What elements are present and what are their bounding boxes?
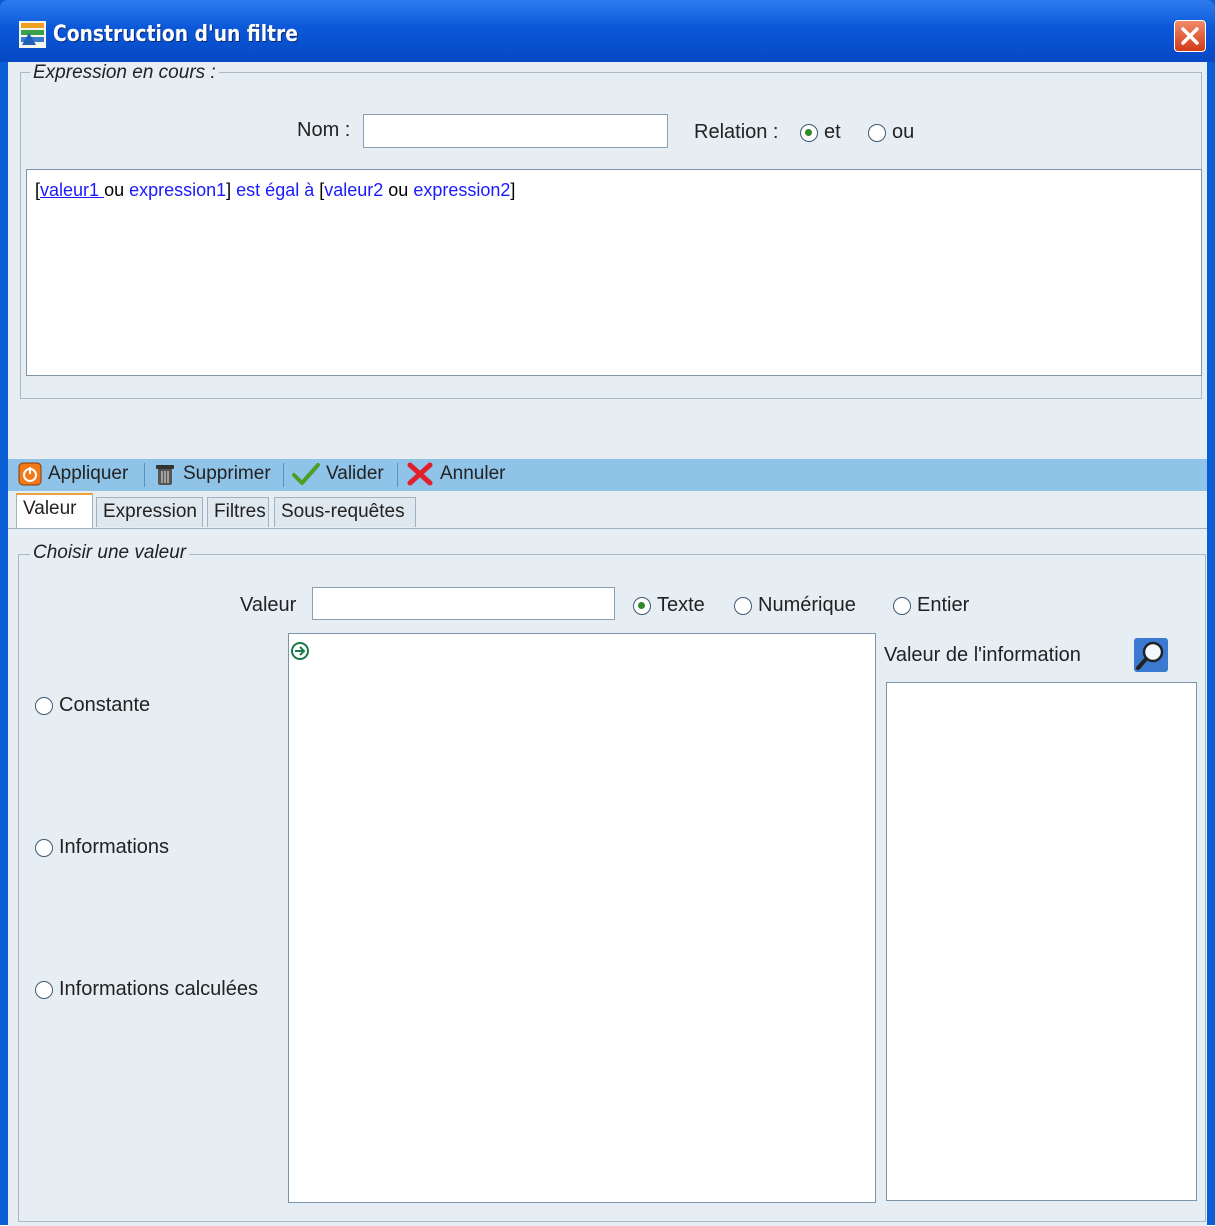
- source-constante-label: Constante: [59, 694, 151, 716]
- valider-label: Valider: [326, 463, 384, 484]
- relation-et-radio[interactable]: et: [800, 121, 841, 144]
- operator-link[interactable]: est égal à: [231, 180, 319, 200]
- radio-unselected-icon: [35, 980, 53, 999]
- radio-selected-icon: [633, 596, 651, 615]
- annuler-button[interactable]: Annuler: [406, 462, 506, 486]
- information-tree[interactable]: [288, 633, 876, 1203]
- supprimer-button[interactable]: Supprimer: [153, 462, 271, 486]
- title-bar[interactable]: Construction d'un filtre: [0, 0, 1215, 62]
- toolbar-separator: [283, 463, 284, 487]
- tab-sous-requetes[interactable]: Sous-requêtes: [274, 497, 416, 527]
- source-informations-radio[interactable]: Informations: [35, 836, 169, 859]
- relation-label: Relation :: [694, 121, 779, 143]
- tab-expression[interactable]: Expression: [96, 497, 203, 527]
- type-entier-radio[interactable]: Entier: [893, 594, 969, 617]
- close-button[interactable]: [1174, 20, 1206, 52]
- relation-ou-label: ou: [892, 121, 915, 143]
- expression1-link[interactable]: expression1: [129, 180, 226, 200]
- nom-label: Nom :: [297, 119, 351, 141]
- or-text: ou: [383, 180, 414, 200]
- search-magnifier-icon: [1134, 638, 1168, 672]
- relation-et-label: et: [824, 121, 841, 143]
- dialog-window: Construction d'un filtre Expression en c…: [0, 0, 1215, 1226]
- power-icon: [18, 462, 42, 486]
- tab-filtres[interactable]: Filtres: [207, 497, 269, 527]
- radio-unselected-icon: [734, 596, 752, 615]
- checkmark-icon: [292, 463, 320, 485]
- tab-valeur[interactable]: Valeur: [16, 493, 93, 529]
- type-entier-label: Entier: [917, 594, 970, 616]
- source-informations-label: Informations: [59, 836, 170, 858]
- nom-input[interactable]: [363, 114, 668, 148]
- search-button[interactable]: [1133, 637, 1169, 673]
- cancel-x-icon: [407, 462, 433, 486]
- source-calculees-radio[interactable]: Informations calculées: [35, 978, 258, 1001]
- annuler-label: Annuler: [440, 463, 506, 484]
- radio-unselected-icon: [893, 596, 911, 615]
- relation-ou-radio[interactable]: ou: [868, 121, 914, 144]
- appliquer-label: Appliquer: [48, 463, 129, 484]
- tree-root-arrow-icon[interactable]: [290, 641, 310, 661]
- expression2-link[interactable]: expression2: [413, 180, 510, 200]
- toolbar-separator: [144, 463, 145, 487]
- trash-icon: [156, 465, 174, 485]
- info-value-label: Valeur de l'information: [884, 644, 1081, 666]
- radio-unselected-icon: [35, 696, 53, 715]
- type-numerique-label: Numérique: [758, 594, 856, 616]
- valeur-tab-panel: Choisir une valeur Valeur Texte Numériqu…: [8, 528, 1207, 1226]
- type-texte-label: Texte: [657, 594, 705, 616]
- valeur-label: Valeur: [240, 594, 297, 616]
- appliquer-button[interactable]: Appliquer: [18, 462, 128, 486]
- expression-editor[interactable]: [valeur1 ou expression1] est égal à [val…: [26, 169, 1202, 376]
- filter-app-icon: [19, 21, 46, 48]
- radio-selected-icon: [800, 123, 818, 142]
- radio-unselected-icon: [35, 838, 53, 857]
- type-texte-radio[interactable]: Texte: [633, 594, 705, 617]
- valider-button[interactable]: Valider: [292, 462, 384, 486]
- type-numerique-radio[interactable]: Numérique: [734, 594, 856, 617]
- expression-legend: Expression en cours :: [30, 62, 219, 84]
- valeur-input[interactable]: [312, 587, 615, 620]
- action-toolbar: Appliquer Supprimer Valider Annuler: [8, 459, 1207, 491]
- supprimer-label: Supprimer: [183, 463, 271, 484]
- source-calculees-label: Informations calculées: [59, 978, 258, 1000]
- valeur-legend: Choisir une valeur: [30, 542, 190, 564]
- toolbar-separator: [397, 463, 398, 487]
- source-constante-radio[interactable]: Constante: [35, 694, 150, 717]
- bracket: ]: [510, 180, 516, 200]
- valeur1-link[interactable]: valeur1: [40, 180, 104, 200]
- window-title: Construction d'un filtre: [53, 22, 298, 47]
- close-icon: [1181, 27, 1199, 45]
- or-text: ou: [104, 180, 130, 200]
- valeur2-link[interactable]: valeur2: [324, 180, 383, 200]
- info-value-list[interactable]: [886, 682, 1197, 1201]
- tab-strip: Valeur Expression Filtres Sous-requêtes: [8, 491, 1207, 529]
- radio-unselected-icon: [868, 123, 886, 142]
